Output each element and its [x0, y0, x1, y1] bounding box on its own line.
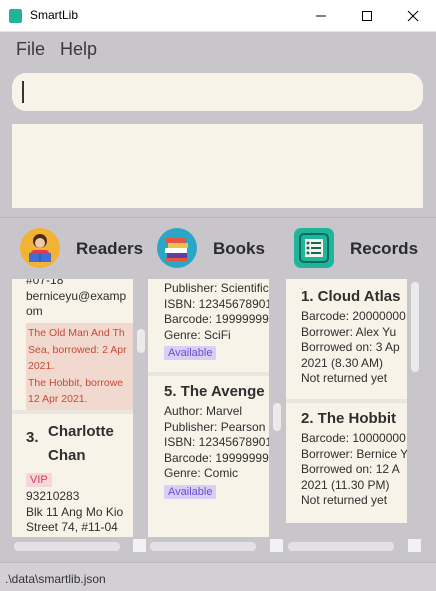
readers-scroll-corner	[133, 539, 146, 552]
reader-name-wrap: Chan	[48, 447, 86, 464]
book-publisher: Publisher: Scientific	[164, 281, 269, 295]
borrowed-books-box: The Old Man And Th Sea, borrowed: 2 Apr …	[26, 323, 133, 410]
reader-address: Blk 11 Ang Mo Kio	[26, 504, 124, 519]
available-badge: Available	[164, 484, 217, 499]
record-barcode: Barcode: 10000000	[301, 431, 406, 445]
books-title: Books	[213, 239, 265, 258]
book-barcode: Barcode: 19999999	[164, 312, 269, 326]
records-header: Records	[294, 228, 418, 270]
maximize-button[interactable]	[344, 0, 390, 32]
record-return-status: Not returned yet	[301, 493, 388, 507]
reader-icon	[20, 228, 60, 268]
reader-address: #07-18	[26, 279, 64, 287]
books-list[interactable]: Publisher: Scientific ISBN: 12345678901 …	[148, 279, 269, 537]
records-hscroll[interactable]	[288, 542, 394, 551]
reader-index: 3.	[26, 429, 39, 446]
borrowed-line: 2021.	[28, 360, 55, 372]
record-card[interactable]: 1. Cloud Atlas Barcode: 20000000 Borrowe…	[286, 279, 407, 399]
books-vscroll[interactable]	[273, 403, 281, 431]
available-badge: Available	[164, 346, 217, 360]
data-file-path: .\data\smartlib.json	[5, 572, 106, 586]
readers-header: Readers	[20, 228, 144, 270]
reader-email: berniceyu@examp	[26, 288, 127, 303]
menu-help[interactable]: Help	[60, 39, 97, 60]
close-button[interactable]	[390, 0, 436, 32]
reader-address-wrap: Street 74, #11-04	[26, 520, 118, 534]
book-isbn: ISBN: 12345678901	[164, 296, 269, 311]
record-title: 1. Cloud Atlas	[301, 288, 401, 305]
minimize-icon	[316, 15, 326, 17]
book-title: 5. The Avenge	[164, 383, 265, 400]
reader-card[interactable]: 3. Charlotte Chan VIP 93210283 Blk 11 An…	[12, 410, 133, 537]
books-hscroll[interactable]	[150, 542, 256, 551]
record-borrower: Borrower: Alex Yu	[301, 324, 397, 339]
records-title: Records	[350, 239, 419, 258]
maximize-icon	[362, 11, 372, 21]
record-borrowed-on-wrap: 2021 (8.30 AM)	[301, 355, 384, 370]
vip-badge: VIP	[26, 473, 52, 487]
reader-name: Charlotte	[48, 423, 114, 440]
book-author: Author: Marvel	[164, 404, 243, 418]
record-borrowed-on-wrap: 2021 (11.30 PM)	[301, 477, 390, 492]
book-genre: Genre: Comic	[164, 466, 239, 480]
record-borrowed-on: Borrowed on: 3 Ap	[301, 340, 400, 354]
minimize-button[interactable]	[298, 0, 344, 32]
result-display	[12, 124, 423, 208]
books-icon	[157, 228, 197, 268]
readers-list[interactable]: #07-18 berniceyu@examp om The Old Man An…	[12, 279, 133, 537]
book-publisher: Publisher: Pearson	[164, 419, 266, 434]
books-header: Books	[157, 228, 277, 270]
close-icon	[407, 10, 419, 22]
book-isbn: ISBN: 12345678901	[164, 435, 269, 449]
reader-card[interactable]: #07-18 berniceyu@examp om The Old Man An…	[12, 279, 133, 410]
records-scroll-corner	[408, 539, 421, 552]
reader-phone: 93210283	[26, 489, 80, 503]
records-list[interactable]: 1. Cloud Atlas Barcode: 20000000 Borrowe…	[286, 279, 407, 523]
record-card[interactable]: 2. The Hobbit Barcode: 10000000 Borrower…	[286, 399, 407, 523]
record-title: 2. The Hobbit	[301, 410, 396, 427]
records-vscroll[interactable]	[411, 282, 419, 372]
reader-email-wrap: om	[26, 304, 43, 318]
status-bar: .\data\smartlib.json	[0, 562, 436, 591]
menu-file[interactable]: File	[16, 39, 45, 60]
text-caret	[22, 81, 24, 103]
book-card[interactable]: 5. The Avenge Author: Marvel Publisher: …	[148, 372, 269, 537]
title-bar: SmartLib	[0, 0, 436, 32]
record-borrower: Borrower: Bernice Y	[301, 446, 407, 461]
book-barcode: Barcode: 19999999	[164, 450, 269, 465]
book-genre: Genre: SciFi	[164, 327, 231, 342]
record-return-status: Not returned yet	[301, 371, 388, 385]
borrowed-line: The Hobbit, borrowe	[28, 376, 124, 389]
window-title: SmartLib	[30, 8, 79, 22]
records-icon	[294, 228, 334, 268]
readers-title: Readers	[76, 239, 144, 258]
borrowed-line: Sea, borrowed: 2 Apr	[28, 343, 127, 356]
books-scroll-corner	[270, 539, 283, 552]
borrowed-line: 12 Apr 2021.	[28, 393, 88, 405]
readers-vscroll[interactable]	[137, 329, 145, 353]
record-borrowed-on: Borrowed on: 12 A	[301, 462, 400, 476]
menu-bar: File Help	[0, 33, 436, 65]
command-input[interactable]	[12, 73, 423, 111]
borrowed-line: The Old Man And Th	[28, 327, 125, 339]
record-barcode: Barcode: 20000000	[301, 309, 406, 323]
readers-hscroll[interactable]	[14, 542, 120, 551]
book-card[interactable]: Publisher: Scientific ISBN: 12345678901 …	[148, 279, 269, 372]
app-logo-icon	[9, 9, 22, 23]
